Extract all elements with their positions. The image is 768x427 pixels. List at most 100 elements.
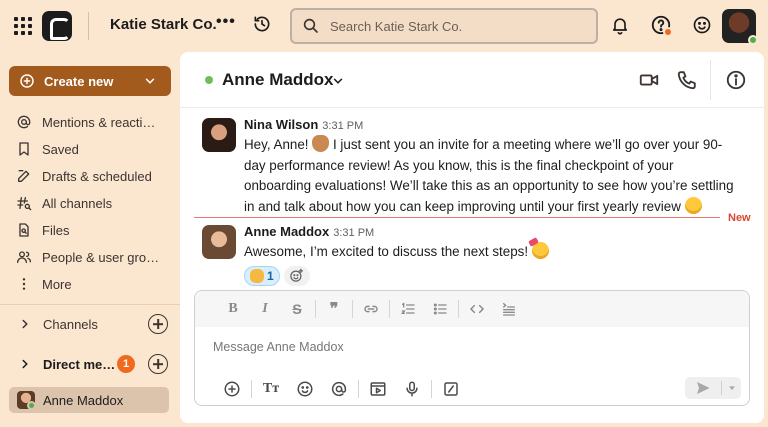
app-grid-icon[interactable] [14,17,32,35]
raised-hands-emoji-icon [250,268,264,283]
conversation-header: Anne Maddox [180,52,764,108]
sidebar-item-drafts[interactable]: Drafts & scheduled [16,165,176,187]
message-input[interactable]: Message Anne Maddox [213,340,344,354]
video-clip-icon[interactable] [361,380,395,398]
italic-icon[interactable]: I [249,301,281,317]
pencil-icon [18,170,30,182]
message-time[interactable]: 3:31 PM [322,120,363,132]
sidebar-item-saved[interactable]: Saved [16,138,176,160]
schedule-send-button[interactable] [722,383,741,393]
search-bar[interactable]: Search Katie Stark Co. [290,8,598,44]
composer-actions: Tт [195,371,749,405]
channels-label: Channels [43,316,98,332]
mention-icon[interactable] [322,380,356,398]
send-button[interactable] [685,380,721,396]
user-status-dot [748,35,758,45]
history-icon[interactable] [252,14,272,34]
info-icon[interactable] [725,69,747,91]
message-text: Hey, Anne! I just sent you an invite for… [244,135,742,217]
message-avatar[interactable] [202,225,236,259]
unread-badge: 1 [117,355,135,373]
code-block-icon[interactable] [493,301,525,317]
sidebar-item-label: All channels [42,195,113,211]
wave-emoji-icon [312,135,330,152]
message-text-part: Hey, Anne! [244,137,313,152]
sidebar-dm-anne-maddox[interactable]: Anne Maddox [9,387,169,413]
sidebar-item-mentions[interactable]: Mentions & reacti… [16,111,176,133]
create-new-label: Create new [44,73,114,89]
bell-icon[interactable] [610,15,630,35]
link-icon[interactable] [355,301,387,317]
workspace-name[interactable]: Katie Stark Co. [110,16,217,33]
bullet-list-icon[interactable] [424,301,456,317]
toolbar-separator [315,300,316,318]
reaction-bar: 1 [244,265,742,288]
conversation-panel: Anne Maddox Nina Wilson 3:31 PM Hey, Anne… [180,52,764,423]
sidebar: Create new Mentions & reacti… Saved Draf… [0,52,180,427]
send-icon [697,382,710,394]
header-divider [710,60,711,100]
toolbar-separator [251,380,252,398]
sidebar-item-all-channels[interactable]: All channels [16,192,176,214]
sidebar-divider [0,304,180,305]
sidebar-item-label: Saved [42,141,79,157]
add-reaction-icon [290,268,304,282]
chevron-right-icon [22,319,28,329]
create-new-button[interactable]: Create new [9,66,171,96]
chevron-down-icon[interactable] [143,74,157,88]
toolbar-separator [431,380,432,398]
plus-icon[interactable] [215,380,249,398]
dm-status-dot [27,401,36,410]
message-composer: B I S ❞ Message Anne Maddox Tт [194,290,750,406]
sidebar-item-label: Drafts & scheduled [42,168,152,184]
sidebar-item-label: People & user gro… [42,249,160,265]
message-avatar[interactable] [202,118,236,152]
reaction-raised-hands[interactable]: 1 [244,265,280,286]
channels-section-toggle[interactable]: Channels [18,314,168,334]
phone-call-icon[interactable] [676,69,698,91]
message-item[interactable]: Anne Maddox 3:31 PM Awesome, I’m excited … [202,223,742,288]
toolbar-separator [458,300,459,318]
strikethrough-icon[interactable]: S [281,301,313,317]
direct-messages-section-toggle[interactable]: Direct me… 1 [18,354,168,374]
quote-icon[interactable]: ❞ [318,299,350,319]
conversation-title[interactable]: Anne Maddox [222,70,333,90]
emoji-icon[interactable] [288,380,322,398]
sidebar-item-people[interactable]: People & user gro… [16,246,176,268]
chevron-down-icon [728,386,735,391]
message-author[interactable]: Anne Maddox [244,224,329,239]
numbered-list-icon[interactable] [392,301,424,317]
formatting-toolbar: B I S ❞ [195,291,749,327]
sidebar-item-label: More [42,276,72,292]
message-text-part: Awesome, I’m excited to discuss the next… [244,244,532,259]
presence-dot [205,76,213,84]
hash-search-icon [17,197,32,211]
slash-command-icon[interactable] [434,380,468,398]
search-placeholder: Search Katie Stark Co. [330,18,463,34]
microphone-icon[interactable] [395,380,429,398]
message-item[interactable]: Nina Wilson 3:31 PM Hey, Anne! I just sen… [202,116,742,217]
smiley-icon[interactable] [692,15,712,35]
top-bar: Katie Stark Co. ••• Search Katie Stark C… [0,0,768,52]
bold-icon[interactable]: B [217,301,249,317]
video-call-icon[interactable] [638,69,660,91]
sidebar-item-files[interactable]: Files [16,219,176,241]
sidebar-item-more[interactable]: More [16,273,176,295]
bookmark-icon [19,142,29,156]
add-reaction-button[interactable] [283,265,310,286]
app-logo[interactable] [42,11,72,41]
plus-circle-icon [20,74,34,88]
chevron-right-icon [22,359,28,369]
message-author[interactable]: Nina Wilson [244,117,318,132]
add-channel-icon[interactable] [148,314,168,334]
add-direct-message-icon[interactable] [148,354,168,374]
code-icon[interactable] [461,301,493,317]
workspace-more-button[interactable]: ••• [216,13,236,31]
message-text: Awesome, I’m excited to discuss the next… [244,237,742,263]
sidebar-item-label: Files [42,222,70,238]
more-dots-icon [22,278,26,290]
text-format-icon[interactable]: Tт [254,381,288,397]
chevron-down-icon[interactable] [331,74,345,88]
message-time[interactable]: 3:31 PM [333,227,374,239]
help-button[interactable] [650,14,673,37]
